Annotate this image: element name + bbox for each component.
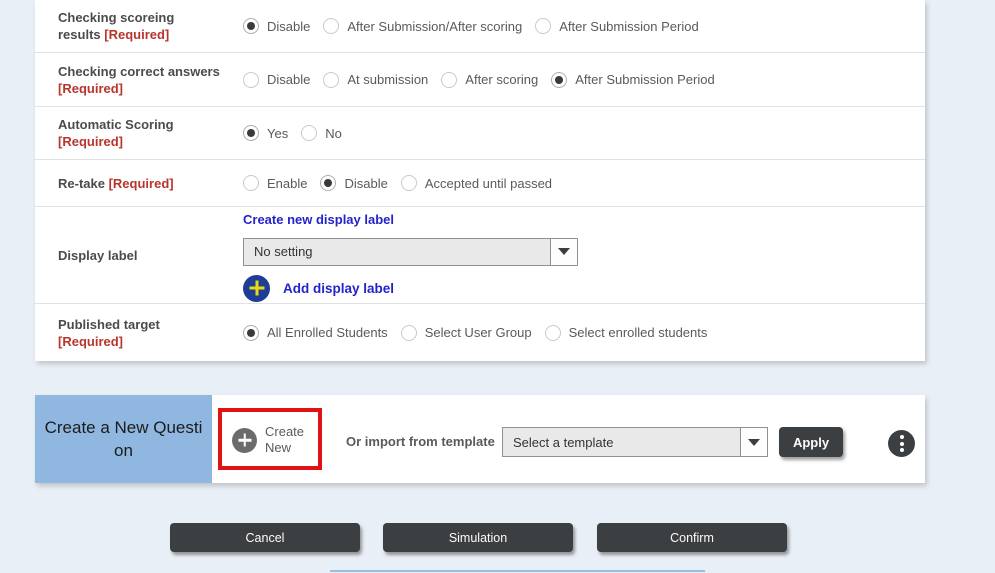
field-label-text: Re-take <box>58 176 105 191</box>
bottom-scroll-indicator <box>330 570 705 572</box>
radio-button[interactable] <box>243 72 259 88</box>
radio-button[interactable] <box>243 125 259 141</box>
radio-option[interactable]: Yes <box>243 125 288 141</box>
display-label-content: Create new display label No setting Add … <box>243 209 578 302</box>
radio-group: Disable At submission After scoring Afte… <box>243 72 728 88</box>
radio-button[interactable] <box>545 325 561 341</box>
radio-option[interactable]: Select enrolled students <box>545 325 708 341</box>
radio-button[interactable] <box>243 18 259 34</box>
chevron-down-icon[interactable] <box>550 239 577 265</box>
template-select[interactable]: Select a template <box>502 427 768 457</box>
required-badge: [Required] <box>109 176 174 191</box>
create-new-button[interactable]: Create New <box>232 424 313 456</box>
display-label-select[interactable]: No setting <box>243 238 578 266</box>
add-display-label-row: Add display label <box>243 275 578 302</box>
radio-group: All Enrolled Students Select User Group … <box>243 325 720 341</box>
create-new-label: Create New <box>265 424 313 456</box>
row-checking-correct-answers: Checking correct answers [Required] Disa… <box>35 52 925 106</box>
apply-button[interactable]: Apply <box>779 427 843 457</box>
row-published-target: Published target [Required] All Enrolled… <box>35 303 925 361</box>
radio-button[interactable] <box>535 18 551 34</box>
radio-button[interactable] <box>551 72 567 88</box>
field-label: Automatic Scoring [Required] <box>35 116 220 150</box>
radio-button[interactable] <box>323 72 339 88</box>
cancel-button[interactable]: Cancel <box>170 523 360 552</box>
radio-group: Disable After Submission/After scoring A… <box>243 18 712 34</box>
radio-option[interactable]: Enable <box>243 175 307 191</box>
add-display-label-link[interactable]: Add display label <box>283 281 394 296</box>
radio-button[interactable] <box>243 325 259 341</box>
radio-button[interactable] <box>301 125 317 141</box>
chevron-down-icon[interactable] <box>740 428 767 456</box>
radio-option[interactable]: Disable <box>243 72 310 88</box>
plus-icon[interactable] <box>243 275 270 302</box>
row-checking-scoring-results: Checking scoreing results [Required] Dis… <box>35 0 925 52</box>
radio-button[interactable] <box>401 325 417 341</box>
radio-button[interactable] <box>243 175 259 191</box>
radio-button[interactable] <box>441 72 457 88</box>
field-label-text: Display label <box>58 248 137 263</box>
radio-option[interactable]: After scoring <box>441 72 538 88</box>
plus-icon <box>232 428 257 453</box>
section-title: Create a New Question <box>35 395 212 483</box>
radio-option[interactable]: Accepted until passed <box>401 175 552 191</box>
create-new-display-label-link[interactable]: Create new display label <box>243 212 394 227</box>
radio-group: Enable Disable Accepted until passed <box>243 175 565 191</box>
field-label: Checking correct answers [Required] <box>35 63 220 97</box>
page: Checking scoreing results [Required] Dis… <box>0 0 995 573</box>
highlight-box: Create New <box>218 408 322 470</box>
radio-option[interactable]: No <box>301 125 342 141</box>
create-question-card: Create a New Question Create New Or impo… <box>35 395 925 483</box>
required-badge: [Required] <box>58 334 123 349</box>
radio-option[interactable]: Select User Group <box>401 325 532 341</box>
kebab-menu-icon[interactable] <box>888 430 915 457</box>
radio-button[interactable] <box>401 175 417 191</box>
radio-option[interactable]: After Submission Period <box>535 18 698 34</box>
row-automatic-scoring: Automatic Scoring [Required] Yes No <box>35 106 925 159</box>
template-select-value: Select a template <box>503 435 613 450</box>
field-label: Checking scoreing results [Required] <box>35 9 220 43</box>
radio-option[interactable]: After Submission Period <box>551 72 714 88</box>
field-label-text: Automatic Scoring <box>58 117 174 132</box>
row-display-label: Display label Create new display label N… <box>35 206 925 303</box>
field-label-text: Checking correct answers <box>58 64 220 79</box>
simulation-button[interactable]: Simulation <box>383 523 573 552</box>
field-label: Display label <box>35 247 220 264</box>
radio-option[interactable]: Disable <box>243 18 310 34</box>
radio-group: Yes No <box>243 125 355 141</box>
radio-option[interactable]: Disable <box>320 175 387 191</box>
radio-option[interactable]: All Enrolled Students <box>243 325 388 341</box>
row-retake: Re-take [Required] Enable Disable Accept… <box>35 159 925 206</box>
radio-option[interactable]: After Submission/After scoring <box>323 18 522 34</box>
radio-button[interactable] <box>323 18 339 34</box>
radio-option[interactable]: At submission <box>323 72 428 88</box>
field-label-text: Published target <box>58 317 160 332</box>
required-badge: [Required] <box>58 134 123 149</box>
required-badge: [Required] <box>104 27 169 42</box>
required-badge: [Required] <box>58 81 123 96</box>
import-from-template-label: Or import from template <box>346 434 495 449</box>
radio-button[interactable] <box>320 175 336 191</box>
confirm-button[interactable]: Confirm <box>597 523 787 552</box>
field-label: Re-take [Required] <box>35 175 220 192</box>
field-label: Published target [Required] <box>35 316 220 350</box>
display-label-select-value: No setting <box>244 244 313 259</box>
quiz-settings-card: Checking scoreing results [Required] Dis… <box>35 0 925 361</box>
